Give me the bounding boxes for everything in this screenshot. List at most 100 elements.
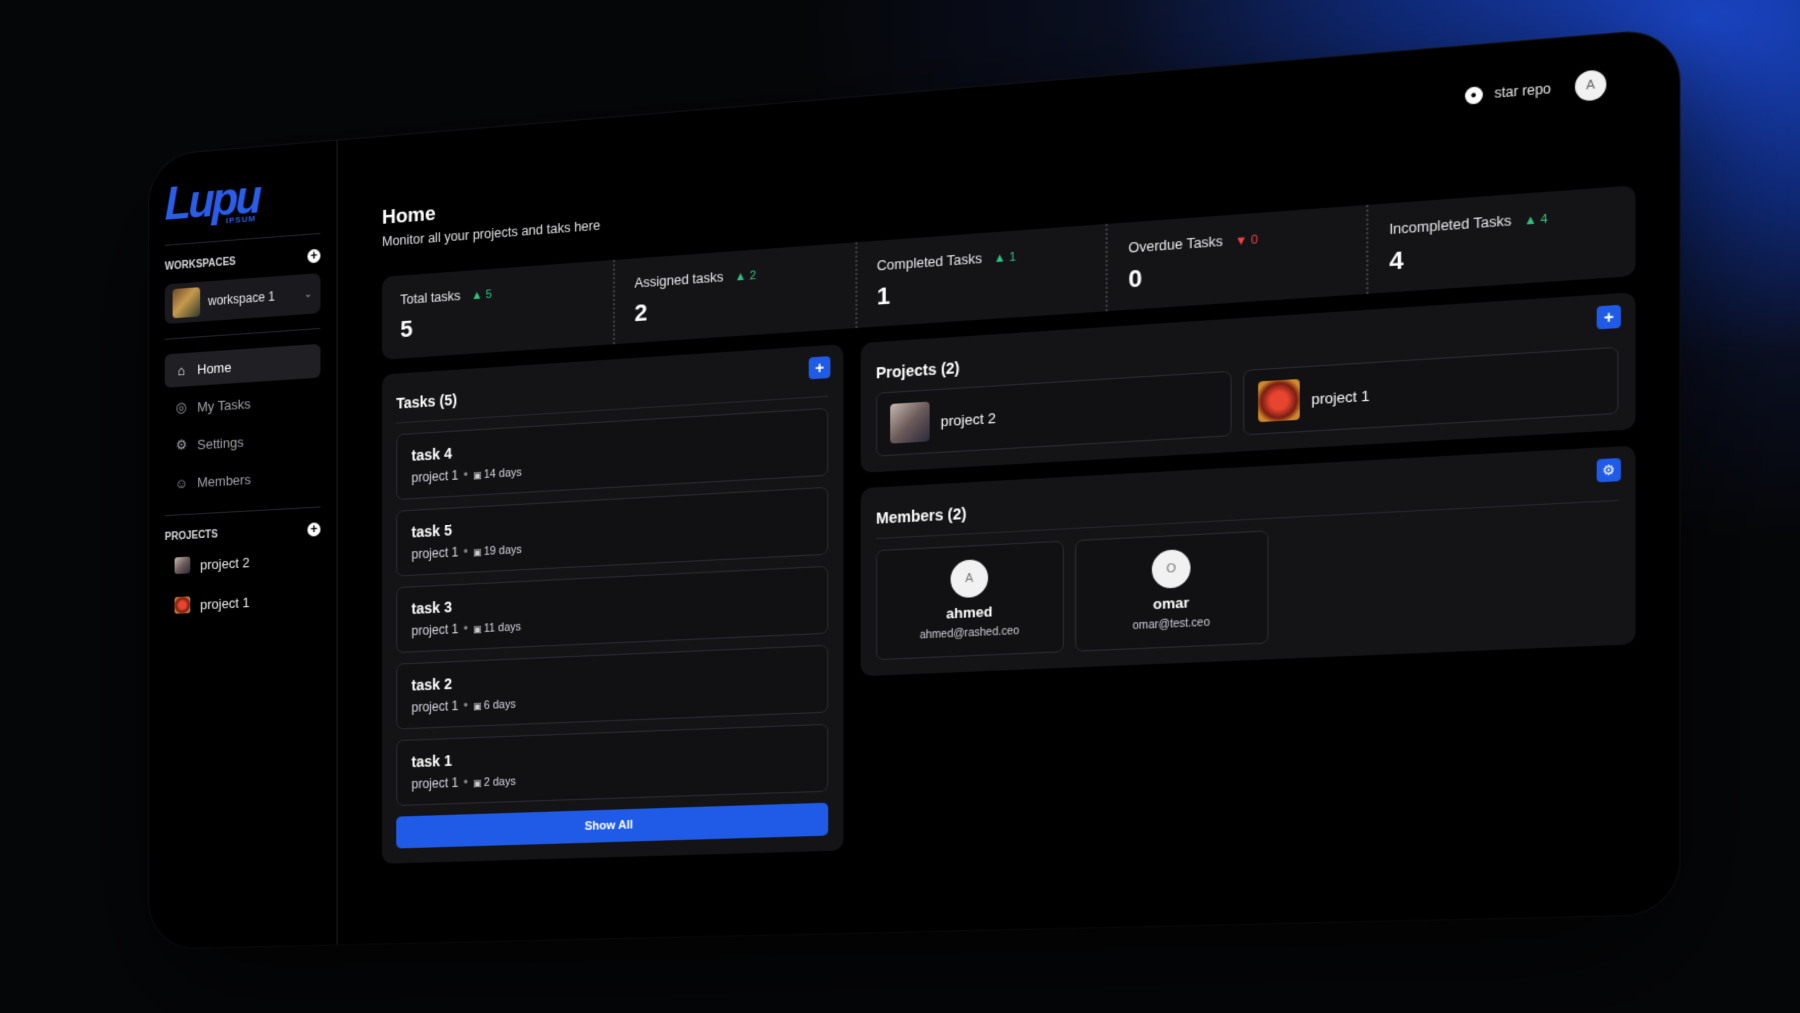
- stat-incompleted-tasks: Incompleted Tasks ▲ 4 4: [1368, 185, 1635, 293]
- stat-overdue-tasks: Overdue Tasks ▼ 0 0: [1108, 205, 1368, 311]
- task-days: 2 days: [484, 775, 516, 789]
- sidebar-project-label: project 1: [200, 594, 249, 612]
- sidebar-item-my-tasks[interactable]: ◎ My Tasks: [165, 382, 321, 426]
- calendar-icon: ▣: [473, 624, 482, 635]
- calendar-icon: ▣: [473, 547, 482, 558]
- users-icon: ☺: [175, 475, 189, 491]
- main-content: ● star repo A Home Monitor all your proj…: [362, 28, 1680, 944]
- task-card[interactable]: task 1 project 1 • ▣ 2 days: [396, 724, 828, 806]
- stat-total-tasks: Total tasks ▲ 5 5: [382, 260, 615, 360]
- show-all-button[interactable]: Show All: [396, 803, 828, 849]
- tasks-panel: + Tasks (5) task 4 project 1 • ▣ 14 days ta…: [382, 344, 843, 864]
- divider: [165, 328, 321, 340]
- project-name: project 2: [941, 409, 996, 429]
- projects-label: PROJECTS: [165, 529, 218, 543]
- stat-value: 1: [877, 268, 1086, 311]
- calendar-icon: ▣: [473, 470, 482, 481]
- add-task-button[interactable]: +: [809, 356, 831, 379]
- member-email: omar@test.ceo: [1085, 615, 1258, 635]
- add-project-button[interactable]: +: [1597, 305, 1621, 330]
- task-project: project 1: [411, 545, 458, 562]
- sidebar-item-label: My Tasks: [197, 395, 250, 414]
- sidebar: Lupu IPSUM WORKSPACES + workspace 1 ⌄ ⌂ …: [149, 141, 337, 949]
- calendar-icon: ▣: [473, 778, 482, 789]
- star-repo-link[interactable]: star repo: [1494, 81, 1551, 102]
- stat-label: Total tasks: [400, 288, 460, 307]
- task-days: 14 days: [484, 466, 522, 481]
- project-name: project 1: [1311, 387, 1369, 408]
- stat-assigned-tasks: Assigned tasks ▲ 2 2: [615, 242, 857, 344]
- member-name: omar: [1085, 591, 1258, 616]
- member-name: ahmed: [886, 600, 1054, 624]
- project-thumbnail: [175, 596, 191, 613]
- user-avatar[interactable]: A: [1575, 69, 1606, 102]
- project-card[interactable]: project 1: [1243, 347, 1618, 436]
- stat-value: 0: [1128, 250, 1344, 294]
- workspace-name: workspace 1: [208, 289, 275, 309]
- members-panel: ⚙ Members (2) A ahmed ahmed@rashed.ceo O: [861, 446, 1636, 677]
- task-days: 11 days: [484, 621, 521, 636]
- add-project-icon[interactable]: +: [307, 522, 320, 536]
- workspaces-label: WORKSPACES: [165, 256, 236, 273]
- stat-delta: ▼ 0: [1235, 233, 1258, 248]
- gear-icon: ⚙: [175, 436, 189, 454]
- project-thumbnail: [890, 402, 929, 444]
- stat-completed-tasks: Completed Tasks ▲ 1 1: [857, 224, 1108, 328]
- project-thumbnail: [175, 557, 191, 575]
- device-stage: Lupu IPSUM WORKSPACES + workspace 1 ⌄ ⌂ …: [149, 28, 1679, 948]
- check-circle-icon: ◎: [175, 399, 189, 417]
- task-days: 19 days: [484, 543, 522, 558]
- task-project: project 1: [411, 775, 458, 792]
- avatar: A: [951, 559, 989, 598]
- stat-delta: ▲ 5: [471, 288, 492, 302]
- member-card[interactable]: O omar omar@test.ceo: [1075, 530, 1268, 651]
- right-column: + Projects (2) project 2 project 1 ⚙ Mem…: [861, 292, 1636, 850]
- github-icon: ●: [1465, 86, 1483, 105]
- task-card[interactable]: task 4 project 1 • ▣ 14 days: [396, 408, 828, 500]
- stat-label: Assigned tasks: [634, 269, 723, 291]
- task-project: project 1: [411, 468, 458, 486]
- sidebar-item-settings[interactable]: ⚙ Settings: [165, 420, 321, 463]
- workspaces-header: WORKSPACES +: [165, 249, 321, 274]
- add-workspace-icon[interactable]: +: [307, 249, 320, 264]
- divider: [165, 233, 321, 246]
- sidebar-item-label: Home: [197, 359, 231, 377]
- sidebar-item-project-1[interactable]: project 1: [165, 580, 321, 623]
- stat-label: Completed Tasks: [877, 251, 982, 274]
- task-project: project 1: [411, 621, 458, 638]
- sidebar-project-label: project 2: [200, 554, 249, 572]
- stat-delta: ▲ 2: [735, 269, 756, 284]
- stat-delta-value: 0: [1251, 233, 1258, 247]
- stat-delta-value: 5: [486, 288, 492, 301]
- logo: Lupu IPSUM: [165, 169, 321, 230]
- stat-value: 5: [400, 302, 594, 343]
- calendar-icon: ▣: [473, 701, 482, 712]
- workspace-avatar: [173, 287, 201, 318]
- project-card[interactable]: project 2: [876, 371, 1232, 457]
- topbar: ● star repo A: [1465, 69, 1607, 110]
- tasks-panel-title: Tasks (5): [396, 367, 828, 412]
- stat-delta: ▲ 1: [994, 251, 1016, 266]
- sidebar-nav: ⌂ Home ◎ My Tasks ⚙ Settings ☺ Members: [165, 344, 321, 501]
- stat-delta-value: 1: [1009, 251, 1016, 265]
- sidebar-item-members[interactable]: ☺ Members: [165, 458, 321, 501]
- project-thumbnail: [1258, 379, 1300, 422]
- chevron-down-icon: ⌄: [304, 288, 312, 300]
- task-days: 6 days: [484, 698, 516, 712]
- sidebar-item-home[interactable]: ⌂ Home: [165, 344, 321, 388]
- avatar: O: [1152, 549, 1191, 589]
- stat-delta-value: 2: [749, 269, 756, 283]
- workspace-select[interactable]: workspace 1 ⌄: [165, 273, 321, 324]
- members-list: A ahmed ahmed@rashed.ceo O omar omar@tes…: [876, 513, 1618, 661]
- sidebar-item-label: Settings: [197, 434, 243, 453]
- member-card[interactable]: A ahmed ahmed@rashed.ceo: [876, 541, 1064, 661]
- task-card[interactable]: task 5 project 1 • ▣ 19 days: [396, 487, 828, 577]
- task-card[interactable]: task 3 project 1 • ▣ 11 days: [396, 566, 828, 653]
- member-email: ahmed@rashed.ceo: [886, 624, 1054, 644]
- stat-value: 4: [1389, 231, 1614, 276]
- sidebar-item-project-2[interactable]: project 2: [165, 540, 321, 584]
- dashboard-grid: + Tasks (5) task 4 project 1 • ▣ 14 days ta…: [382, 292, 1635, 864]
- gear-icon[interactable]: ⚙: [1597, 458, 1621, 482]
- task-card[interactable]: task 2 project 1 • ▣ 6 days: [396, 645, 828, 730]
- app-window: Lupu IPSUM WORKSPACES + workspace 1 ⌄ ⌂ …: [149, 28, 1679, 948]
